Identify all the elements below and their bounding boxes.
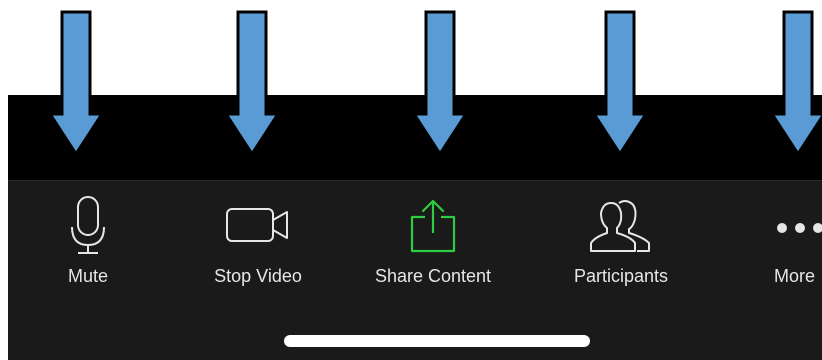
participants-label: Participants xyxy=(573,266,669,286)
mute-label: Mute xyxy=(67,266,109,286)
top-background xyxy=(0,0,822,95)
arrow-to-share-content-icon xyxy=(412,10,468,156)
arrow-to-stop-video-icon xyxy=(224,10,280,156)
stop-video-label: Stop Video xyxy=(214,266,302,286)
more-button[interactable]: More xyxy=(768,181,822,291)
mute-button[interactable]: Mute xyxy=(48,181,128,291)
arrow-to-mute-icon xyxy=(48,10,104,156)
share-content-label: Share Content xyxy=(374,266,492,286)
meeting-toolbar: Mute Stop Video Share Content Participan… xyxy=(8,181,822,360)
microphone-icon xyxy=(68,195,108,262)
share-upload-icon xyxy=(408,197,458,260)
video-camera-icon xyxy=(225,207,291,248)
arrow-to-participants-icon xyxy=(592,10,648,156)
share-content-button[interactable]: Share Content xyxy=(363,181,503,291)
participants-button[interactable]: Participants xyxy=(556,181,686,291)
home-indicator xyxy=(284,335,590,347)
stop-video-button[interactable]: Stop Video xyxy=(188,181,328,291)
zoom-screenshot: Mute Stop Video Share Content Participan… xyxy=(0,0,822,360)
more-dots-icon xyxy=(774,221,822,240)
participants-icon xyxy=(589,197,653,258)
more-label: More xyxy=(774,266,816,286)
arrow-to-more-icon xyxy=(770,10,822,156)
